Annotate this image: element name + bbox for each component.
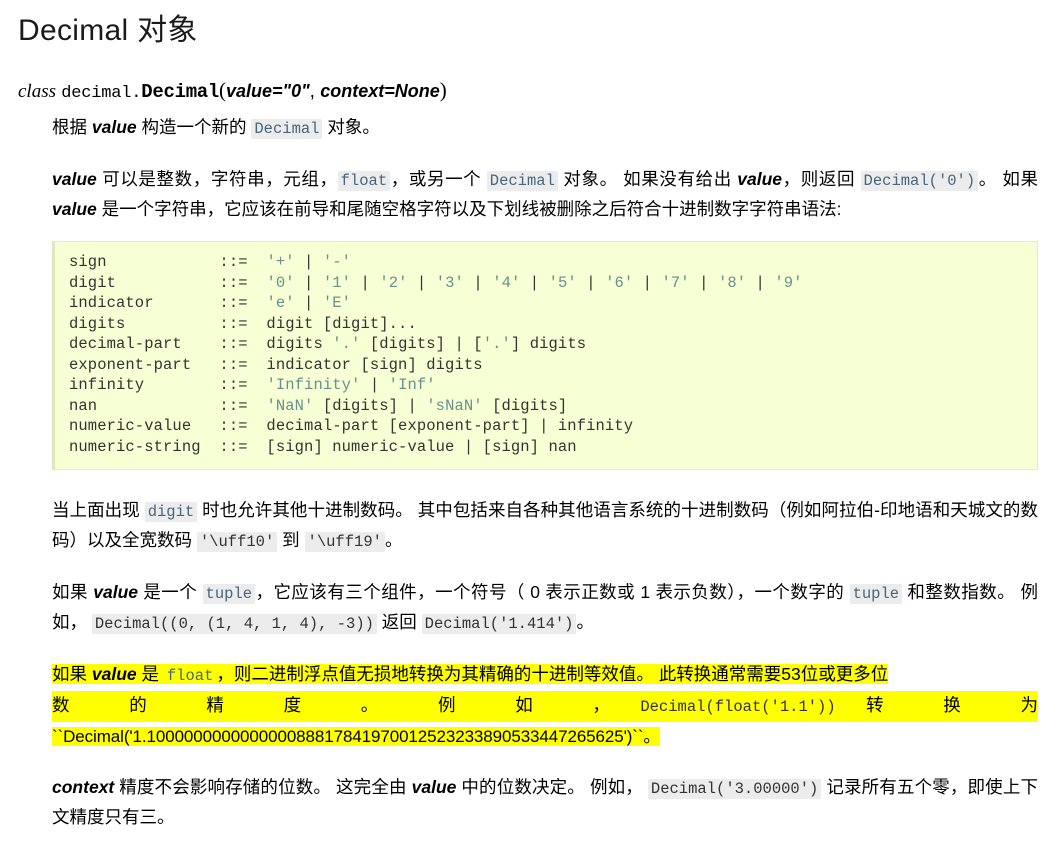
text-fragment: 中的位数决定。 例如，	[456, 777, 648, 798]
inline-literal-tuple: tuple	[849, 584, 903, 605]
grammar-code-text: sign ::= '+' | '-' digit ::= '0' | '1' |…	[69, 253, 803, 456]
signature-param-context: context=None	[320, 80, 440, 101]
float-note-line-2: 数 的 精 度 。 例 如 ， Decimal(float('1.1')) 转 换 …	[52, 691, 1038, 723]
emphasis-value: value	[737, 169, 783, 190]
grammar-code-block: sign ::= '+' | '-' digit ::= '0' | '1' |…	[52, 241, 1038, 471]
text-fragment: 转 换 为	[838, 695, 1038, 716]
signature-class-name: Decimal	[141, 80, 220, 103]
signature-keyword: class	[18, 80, 56, 102]
emphasis-value: value	[93, 582, 138, 603]
inline-literal-tuple: tuple	[202, 584, 256, 605]
emphasis-value: value	[411, 777, 457, 798]
emphasis-value: value	[91, 664, 137, 685]
text-fragment: 数 的 精 度 。 例 如 ，	[52, 695, 638, 716]
text-fragment: 。 如果	[978, 169, 1038, 190]
text-fragment: 对象。 如果没有给出	[557, 169, 738, 190]
text-fragment: 精度不会影响存储的位数。 这完全由	[114, 777, 412, 798]
text-fragment: ，则返回	[782, 169, 861, 190]
emphasis-value: value	[52, 199, 97, 220]
text-fragment: ，则二进制浮点值无损地转换为其精确的十进制等效值。 此转换通常需要53位或更多位	[216, 664, 889, 685]
paragraph-digit-note: 当上面出现 digit 时也允许其他十进制数码。 其中包括来自各种其他语言系统的…	[52, 496, 1038, 556]
text-fragment: 是	[136, 664, 164, 685]
inline-literal-decimal-1414: Decimal('1.414')	[421, 614, 577, 635]
inline-literal-decimal-300000: Decimal('3.00000')	[647, 779, 822, 800]
signature-open-paren: (	[219, 77, 227, 102]
text-fragment: 。	[576, 612, 594, 633]
decimal-literal-long: ``Decimal('1.100000000000000088817841970…	[52, 727, 661, 747]
text-fragment: 返回	[376, 612, 422, 633]
inline-literal-digit: digit	[144, 502, 198, 523]
paragraph-value-description: value 可以是整数，字符串，元组， float ，或另一个 Decimal 对象…	[52, 165, 1038, 223]
inline-literal-decimal-zero: Decimal('0')	[860, 171, 979, 192]
inline-literal-float: float	[337, 171, 391, 192]
inline-literal-decimal-float-11: Decimal(float('1.1'))	[640, 698, 836, 717]
class-signature: class decimal.Decimal(value="0", context…	[0, 76, 1064, 106]
inline-literal-float: float	[166, 667, 214, 686]
signature-comma: ,	[309, 80, 321, 102]
page-title: Decimal 对象	[18, 14, 198, 47]
paragraph-intro: 根据 value 构造一个新的 Decimal 对象。	[52, 113, 1038, 143]
float-note-line-1: 如果 value 是 float ，则二进制浮点值无损地转换为其精确的十进制等效值…	[52, 660, 1038, 691]
inline-literal-decimal: Decimal	[486, 171, 558, 192]
text-fragment: 是一个字符串，它应该在前导和尾随空格字符以及下划线被删除之后符合十进制数字字符串…	[96, 199, 842, 220]
inline-literal-decimal-tuple: Decimal((0, (1, 4, 1, 4), -3))	[91, 614, 377, 635]
signature-close-paren: )	[439, 77, 447, 102]
text-fragment: ，它应该有三个组件，一个符号（ 0 表示正数或 1 表示负数），一个数字的	[255, 582, 850, 603]
emphasis-value: value	[91, 117, 137, 138]
document-page: Decimal 对象 class decimal.Decimal(value="…	[0, 0, 1064, 845]
text-fragment: 当上面出现	[52, 500, 145, 521]
inline-literal-uff19: '\uff19'	[304, 532, 385, 553]
signature-param-value: value="0"	[226, 80, 310, 101]
text-fragment: 根据	[52, 117, 92, 138]
inline-literal-decimal: Decimal	[251, 119, 323, 140]
paragraph-context-note: context 精度不会影响存储的位数。 这完全由 value 中的位数决定。 …	[52, 773, 1038, 831]
text-fragment: 。	[384, 530, 403, 551]
class-body: 根据 value 构造一个新的 Decimal 对象。 value 可以是整数，…	[0, 105, 1064, 831]
signature-module: decimal.	[61, 83, 142, 103]
text-fragment: 如果	[52, 582, 94, 603]
text-fragment: 如果	[52, 664, 92, 685]
text-fragment: 是一个	[138, 582, 203, 603]
float-note-line-3: ``Decimal('1.100000000000000088817841970…	[52, 722, 1038, 751]
paragraph-float-note-highlighted: 如果 value 是 float ，则二进制浮点值无损地转换为其精确的十进制等效值…	[52, 660, 1038, 751]
emphasis-value: value	[52, 169, 97, 190]
text-fragment: ，或另一个	[390, 169, 487, 190]
inline-literal-uff10: '\uff10'	[196, 532, 278, 553]
text-fragment: 构造一个新的	[136, 117, 252, 138]
emphasis-context: context	[52, 777, 115, 798]
paragraph-tuple-note: 如果 value 是一个 tuple ，它应该有三个组件，一个符号（ 0 表示正数…	[52, 578, 1038, 638]
text-fragment: 可以是整数，字符串，元组，	[96, 169, 338, 190]
text-fragment: 到	[277, 530, 305, 551]
text-fragment: 对象。	[322, 117, 380, 138]
